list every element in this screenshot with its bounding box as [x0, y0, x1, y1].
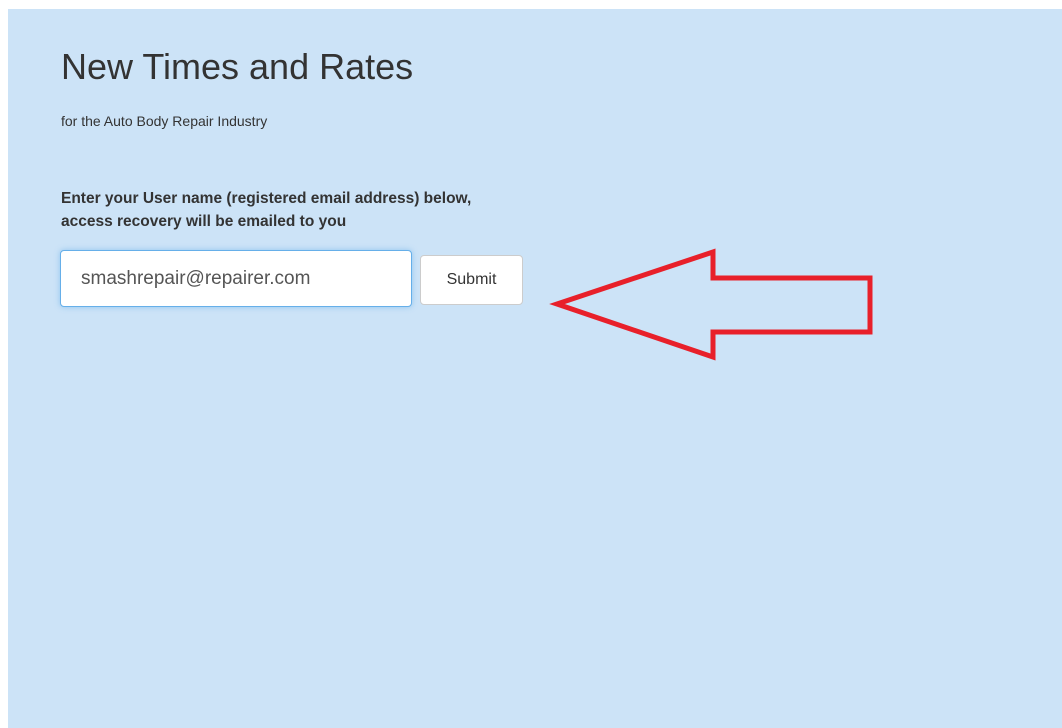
instruction-line-2: access recovery will be emailed to you	[61, 213, 347, 230]
email-input[interactable]	[60, 250, 412, 307]
page-title: New Times and Rates	[61, 46, 414, 87]
page-subtitle: for the Auto Body Repair Industry	[61, 113, 268, 129]
instruction-line-1: Enter your User name (registered email a…	[61, 190, 472, 207]
recovery-instructions: Enter your User name (registered email a…	[61, 187, 471, 233]
submit-button[interactable]: Submit	[420, 255, 523, 305]
